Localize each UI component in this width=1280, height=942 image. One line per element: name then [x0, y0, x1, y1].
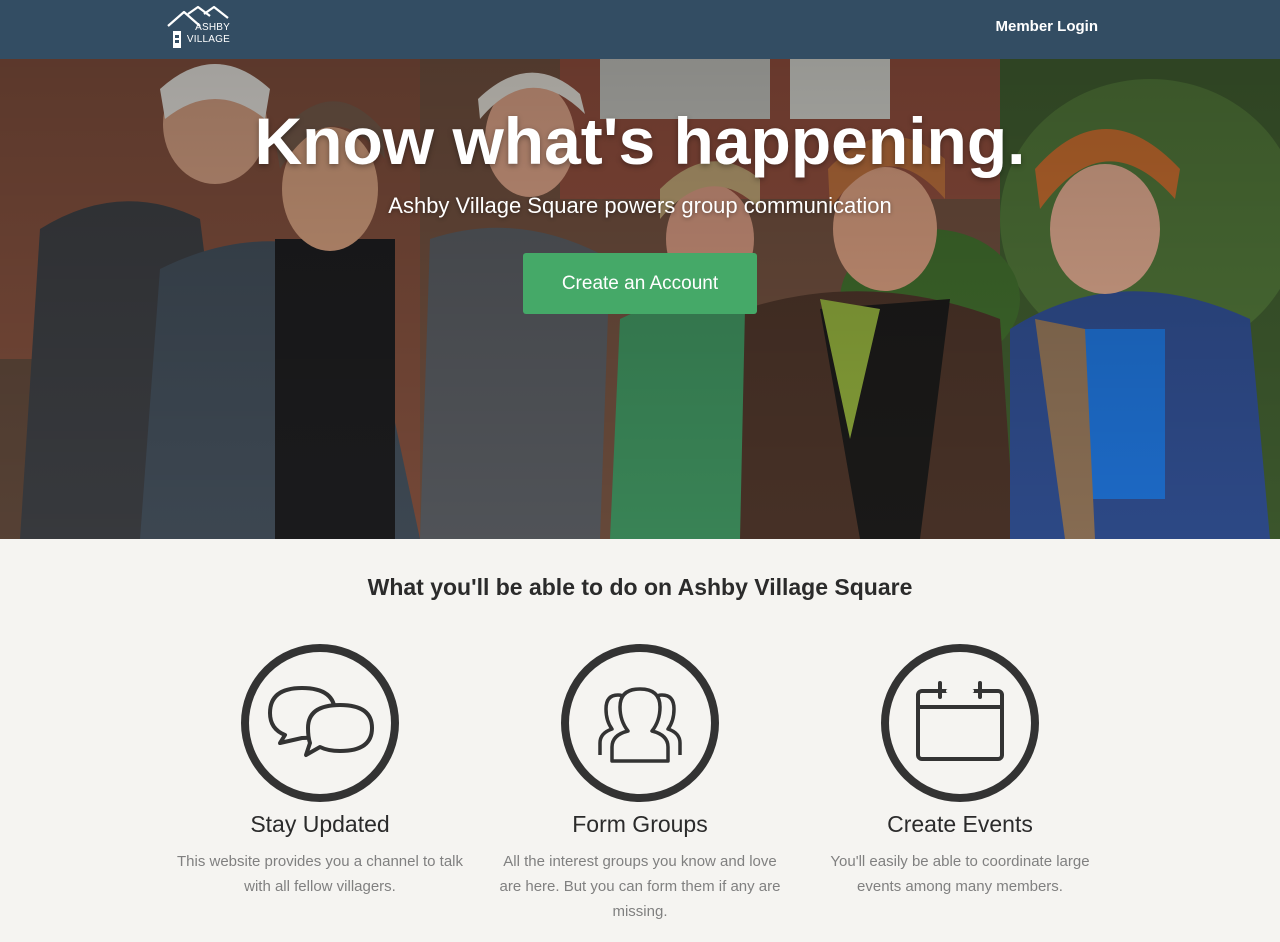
chat-bubbles-icon: [241, 644, 399, 802]
group-icon: [561, 644, 719, 802]
feature-title: Form Groups: [572, 811, 708, 837]
feature-stay-updated: Stay Updated This website provides you a…: [170, 643, 470, 899]
navbar: ASHBY VILLAGE Member Login: [0, 0, 1280, 59]
logo-line-2: VILLAGE: [186, 34, 230, 45]
logo-wordmark: ASHBY VILLAGE: [184, 22, 230, 46]
hero-subtitle: Ashby Village Square powers group commun…: [388, 193, 892, 218]
calendar-icon: [881, 644, 1039, 802]
feature-form-groups: Form Groups All the interest groups you …: [490, 643, 790, 924]
feature-description: You'll easily be able to coordinate larg…: [830, 853, 1090, 895]
member-login-link[interactable]: Member Login: [995, 18, 1098, 35]
feature-title: Stay Updated: [250, 811, 390, 837]
features-heading: What you'll be able to do on Ashby Villa…: [367, 574, 913, 600]
feature-create-events: Create Events You'll easily be able to c…: [810, 643, 1110, 899]
feature-title: Create Events: [887, 811, 1033, 837]
hero-section: Know what's happening. Ashby Village Squ…: [0, 59, 1280, 539]
hero-title: Know what's happening.: [254, 104, 1026, 178]
feature-description: This website provides you a channel to t…: [177, 853, 463, 895]
logo-line-1: ASHBY: [195, 22, 230, 33]
create-account-button[interactable]: Create an Account: [523, 253, 757, 314]
feature-description: All the interest groups you know and lov…: [499, 853, 781, 920]
